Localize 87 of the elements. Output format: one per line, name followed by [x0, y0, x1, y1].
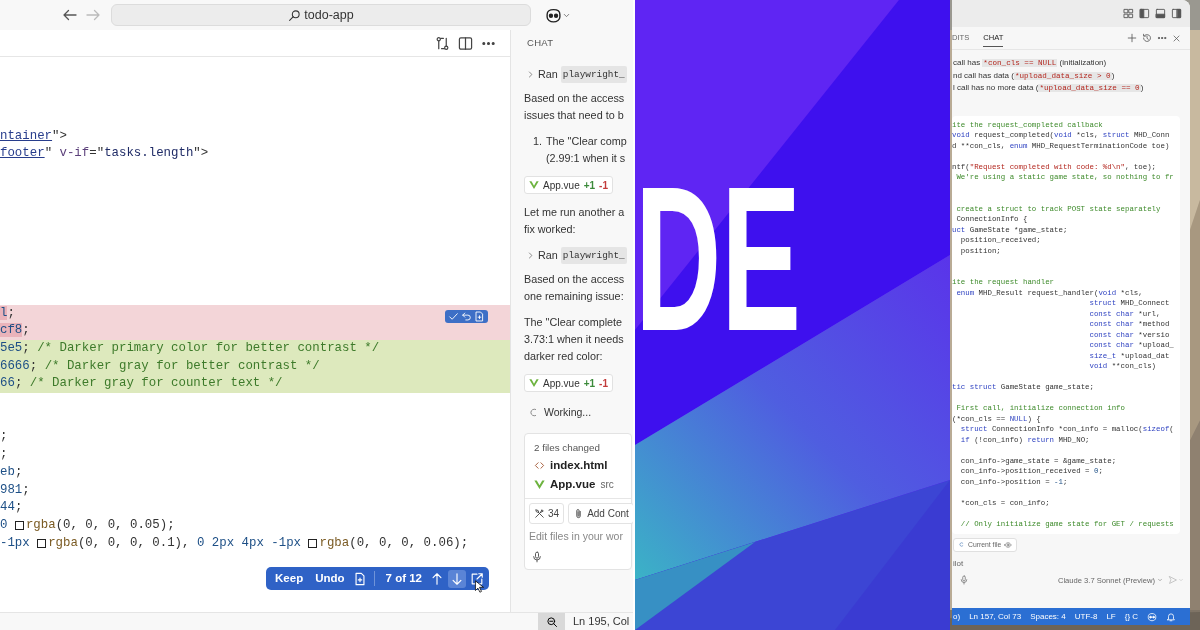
back-icon[interactable]: [62, 7, 78, 23]
folder-label: src: [600, 478, 614, 492]
chevron-icon: [526, 70, 535, 79]
search-icon: [288, 8, 302, 22]
tools-icon: [534, 508, 545, 519]
search-text: todo-app: [304, 6, 354, 24]
progress-text: Working...: [544, 405, 592, 420]
list-text: The "Clear comp (2.99:1 when it s: [546, 134, 627, 166]
vue-file-icon: [529, 378, 539, 388]
goggles-icon[interactable]: [545, 6, 562, 24]
sidebar-right-icon[interactable]: [1171, 8, 1182, 19]
file-icon[interactable]: [352, 571, 367, 586]
list-number: 1.: [533, 134, 542, 149]
send-icon: [1168, 575, 1178, 586]
code-line: 44;: [0, 499, 23, 517]
color-swatch-icon[interactable]: [308, 538, 318, 548]
chat-paragraph: The "Clear complete 3.73:1 when it needs darker red color:: [524, 315, 625, 364]
undo-icon[interactable]: [461, 311, 472, 322]
file-icon[interactable]: [474, 311, 485, 322]
cursor-icon: [473, 580, 486, 593]
bottom-panel-icon[interactable]: [1155, 8, 1166, 19]
tools-button[interactable]: 34: [529, 503, 565, 524]
eye-icon: [1004, 540, 1013, 549]
changes-summary: 2 files changed: [533, 441, 601, 455]
microphone-icon[interactable]: [531, 551, 543, 564]
code-line: 6666; /* Darker gray for better contrast */: [0, 357, 320, 375]
chat-paragraph: Based on the access issues that need to b: [524, 91, 626, 123]
up-arrow-icon[interactable]: [430, 571, 444, 586]
status-item[interactable]: {} C: [1124, 610, 1139, 623]
status-item[interactable]: Ln 157, Col 73: [969, 610, 1022, 623]
status-item[interactable]: Spaces: 4: [1030, 610, 1066, 623]
status-item[interactable]: UTF-8: [1074, 610, 1098, 623]
vue-file-icon: [529, 180, 539, 190]
chat-paragraph: Let me run another a fix worked:: [524, 205, 626, 237]
chat-input-field[interactable]: ilot: [953, 557, 1103, 570]
open-file-icon[interactable]: [470, 571, 484, 586]
code-line: rgba(0, 0, 0, 0.06);: [319, 534, 469, 552]
cursor-position[interactable]: Ln 195, Col: [573, 613, 630, 630]
code-line: -1px: [0, 534, 31, 552]
close-icon[interactable]: [1172, 33, 1181, 43]
zoom-out-icon: [545, 615, 558, 628]
microphone-icon[interactable]: [959, 575, 969, 586]
file-name-link[interactable]: App.vue: [550, 476, 596, 493]
c-file-icon: [958, 541, 965, 549]
spinner-icon: [530, 408, 539, 417]
bell-icon[interactable]: [1166, 611, 1177, 622]
code-line: eb;: [0, 463, 23, 481]
compare-icon[interactable]: [435, 35, 450, 51]
code-line: 5e5; /* Darker primary color for better contrast */: [0, 340, 380, 357]
color-swatch-icon[interactable]: [37, 538, 47, 548]
file-name-link[interactable]: index.html: [550, 457, 608, 474]
file-chip[interactable]: App.vue +1 -1: [524, 374, 613, 392]
code-line: ;: [0, 428, 8, 446]
code-line: l;: [0, 304, 15, 322]
layout-grid-icon[interactable]: [1123, 8, 1134, 19]
chat-input-field[interactable]: Edit files in your wor: [525, 524, 629, 545]
banner-title: DE: [635, 156, 801, 362]
zoom-button[interactable]: [538, 612, 565, 630]
split-editor-icon[interactable]: [458, 35, 473, 51]
code-line: footer" v-if="tasks.length">: [0, 145, 209, 163]
history-icon[interactable]: [1142, 33, 1152, 43]
chat-paragraph: Based on the access one remaining issue:: [524, 272, 626, 304]
color-swatch-icon[interactable]: [14, 521, 24, 531]
code-line: 0: [0, 516, 9, 534]
vue-file-icon: [534, 479, 545, 490]
code-line: 66; /* Darker gray for counter text */: [0, 375, 283, 393]
code-brackets-icon: [534, 460, 545, 471]
add-context-button[interactable]: Add Cont: [568, 503, 633, 524]
code-line: ;: [0, 446, 8, 464]
chevron-icon: [526, 251, 535, 260]
sidebar-left-icon[interactable]: [1139, 8, 1150, 19]
code-line: rgba(0, 0, 0, 0.1), 0 2px 4px -1px: [48, 534, 303, 552]
code-line: rgba(0, 0, 0, 0.05);: [25, 516, 175, 534]
search-field[interactable]: todo-app: [111, 4, 531, 26]
panel-title: CHAT: [527, 36, 554, 51]
code-line: 981;: [0, 481, 30, 499]
file-chip[interactable]: App.vue +1 -1: [524, 176, 613, 194]
status-item[interactable]: LF: [1106, 610, 1116, 623]
caret-icon: [1157, 577, 1163, 584]
code-line: ntainer">: [0, 127, 67, 145]
status-item[interactable]: o): [953, 610, 961, 623]
change-counter: 7 of 12: [384, 570, 423, 586]
keep-button[interactable]: Keep: [271, 569, 308, 588]
undo-button[interactable]: Undo: [311, 569, 349, 588]
check-icon[interactable]: [448, 311, 459, 322]
code-line: cf8;: [0, 322, 30, 340]
plus-icon[interactable]: [1127, 33, 1137, 43]
